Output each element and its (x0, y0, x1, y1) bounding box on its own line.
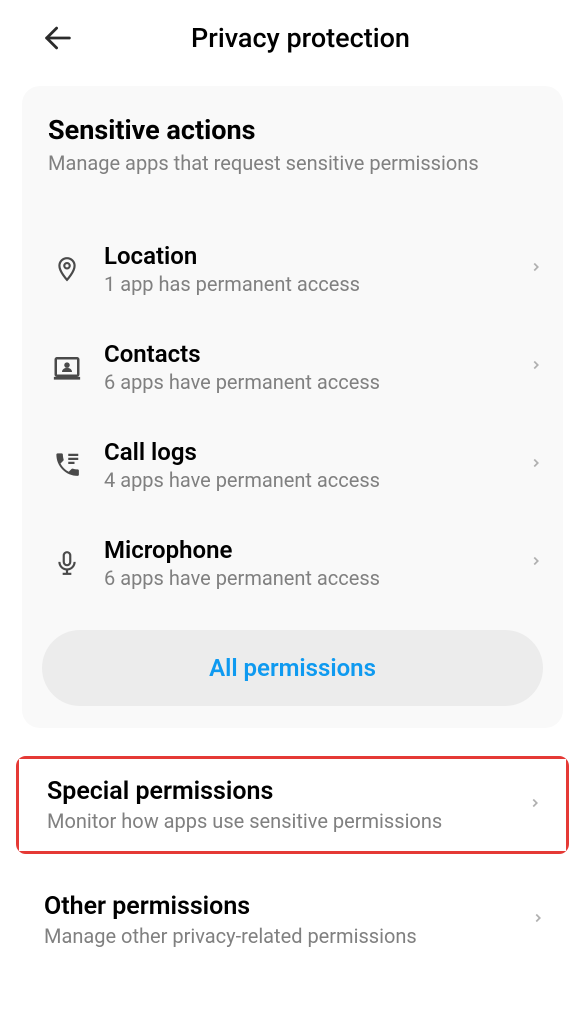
perm-row-microphone[interactable]: Microphone 6 apps have permanent access (22, 514, 563, 612)
contacts-icon (50, 350, 84, 384)
highlight-box: Special permissions Monitor how apps use… (16, 756, 569, 854)
microphone-icon (50, 546, 84, 580)
perm-text: Location 1 app has permanent access (104, 242, 509, 296)
perm-subtitle: 1 app has permanent access (104, 272, 509, 296)
all-permissions-label: All permissions (209, 654, 376, 682)
perm-text: Microphone 6 apps have permanent access (104, 536, 509, 590)
section-title: Special permissions (47, 777, 516, 806)
call-log-icon (50, 448, 84, 482)
chevron-right-icon (531, 906, 545, 934)
chevron-right-icon (529, 451, 543, 479)
all-permissions-button[interactable]: All permissions (42, 630, 543, 706)
card-title: Sensitive actions (48, 114, 537, 146)
perm-title: Call logs (104, 438, 509, 466)
arrow-left-icon (41, 21, 75, 55)
header: Privacy protection (0, 0, 585, 76)
perm-row-contacts[interactable]: Contacts 6 apps have permanent access (22, 318, 563, 416)
perm-title: Contacts (104, 340, 509, 368)
section-special-permissions[interactable]: Special permissions Monitor how apps use… (19, 759, 566, 851)
back-button[interactable] (38, 18, 78, 58)
perm-title: Microphone (104, 536, 509, 564)
perm-subtitle: 6 apps have permanent access (104, 370, 509, 394)
permission-list: Location 1 app has permanent access Cont… (22, 220, 563, 612)
perm-title: Location (104, 242, 509, 270)
chevron-right-icon (528, 791, 542, 819)
section-container: Other permissions Manage other privacy-r… (16, 874, 569, 960)
location-icon (50, 252, 84, 286)
perm-text: Call logs 4 apps have permanent access (104, 438, 509, 492)
sensitive-actions-card: Sensitive actions Manage apps that reque… (22, 86, 563, 728)
section-other-permissions[interactable]: Other permissions Manage other privacy-r… (16, 874, 569, 960)
section-text: Special permissions Monitor how apps use… (47, 777, 516, 833)
perm-text: Contacts 6 apps have permanent access (104, 340, 509, 394)
perm-row-call-logs[interactable]: Call logs 4 apps have permanent access (22, 416, 563, 514)
perm-subtitle: 4 apps have permanent access (104, 468, 509, 492)
perm-row-location[interactable]: Location 1 app has permanent access (22, 220, 563, 318)
chevron-right-icon (529, 549, 543, 577)
section-subtitle: Manage other privacy-related permissions (44, 924, 519, 948)
section-title: Other permissions (44, 892, 519, 921)
section-text: Other permissions Manage other privacy-r… (44, 892, 519, 948)
chevron-right-icon (529, 353, 543, 381)
perm-subtitle: 6 apps have permanent access (104, 566, 509, 590)
page-title: Privacy protection (78, 22, 523, 54)
chevron-right-icon (529, 255, 543, 283)
section-subtitle: Monitor how apps use sensitive permissio… (47, 809, 516, 833)
card-subtitle: Manage apps that request sensitive permi… (48, 150, 537, 176)
card-header: Sensitive actions Manage apps that reque… (22, 114, 563, 186)
